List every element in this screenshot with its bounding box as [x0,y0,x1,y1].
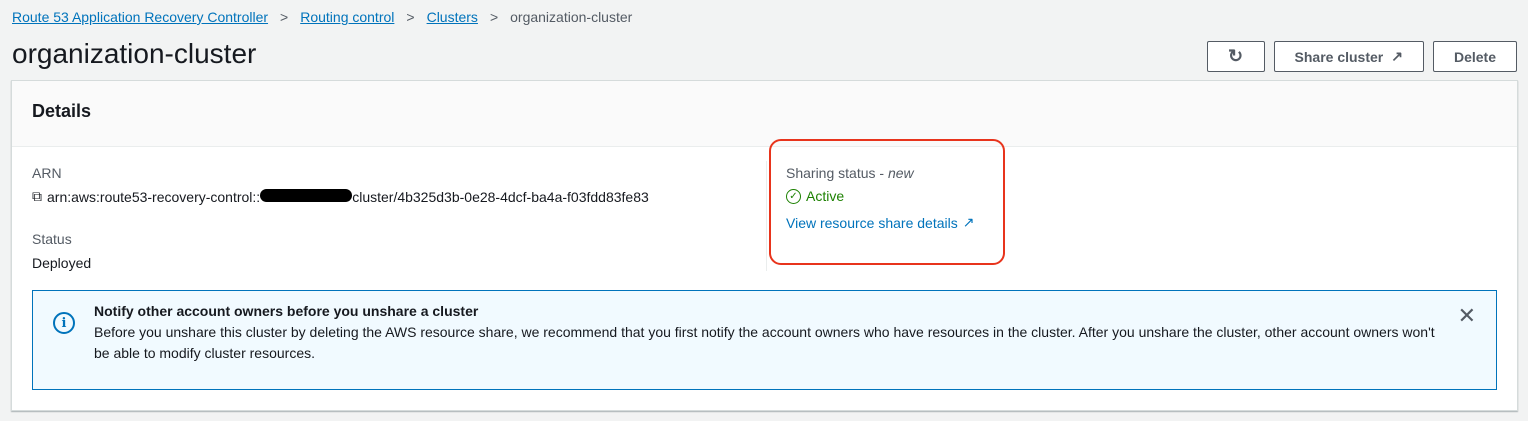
delete-button[interactable]: Delete [1432,41,1517,72]
breadcrumb-clusters[interactable]: Clusters [427,9,478,25]
column-divider [766,161,767,271]
page-title: organization-cluster [12,38,257,69]
details-title: Details [12,81,1517,147]
breadcrumb-routing-control[interactable]: Routing control [300,9,394,25]
refresh-icon: ↻ [1227,46,1244,66]
redacted-account-id [260,188,353,202]
highlight-annotation [769,139,1005,265]
arn-suffix: cluster/4b325d3b-0e28-4dcf-ba4a-f03fdd83… [352,188,649,205]
status-value: Deployed [32,255,92,271]
share-cluster-button[interactable]: Share cluster ↗ [1273,41,1424,72]
arn-label: ARN [32,165,62,181]
breadcrumb: Route 53 Application Recovery Controller… [12,9,632,25]
alert-title: Notify other account owners before you u… [94,303,479,319]
status-label: Status [32,231,72,247]
breadcrumb-arc[interactable]: Route 53 Application Recovery Controller [12,9,268,25]
external-link-icon: ↗ [1391,48,1403,64]
info-alert: i Notify other account owners before you… [32,290,1497,390]
arn-prefix: arn:aws:route53-recovery-control:: [47,188,261,205]
delete-label: Delete [1453,48,1496,65]
info-icon: i [53,312,75,334]
alert-body: Before you unshare this cluster by delet… [94,324,1435,361]
chevron-right-icon: > [406,9,415,25]
breadcrumb-current: organization-cluster [510,9,633,25]
chevron-right-icon: > [489,9,499,25]
copy-icon[interactable]: ⧉ [32,188,42,205]
refresh-button[interactable]: ↻ [1206,41,1265,72]
close-icon[interactable]: ✕ [1458,305,1476,327]
arn-value: ⧉ arn:aws:route53-recovery-control:: clus… [32,188,649,205]
chevron-right-icon: > [280,9,289,25]
share-cluster-label: Share cluster [1294,48,1384,65]
details-panel: Details ARN ⧉ arn:aws:route53-recovery-c… [11,80,1518,411]
